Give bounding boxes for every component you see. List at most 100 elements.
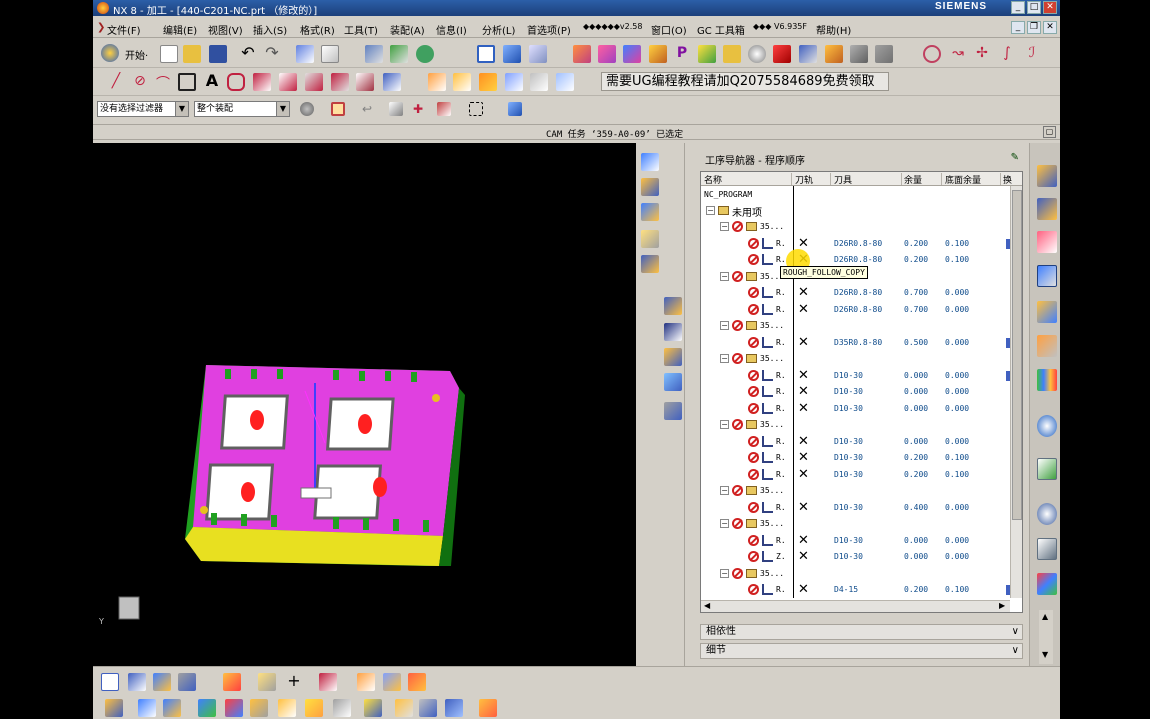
column-tool[interactable]: 刀具 (834, 173, 902, 186)
program-group-row[interactable]: − 35... (701, 351, 1011, 367)
reuse-library-icon[interactable] (1037, 335, 1057, 357)
tool-path-icon[interactable] (799, 45, 817, 63)
menu-analysis[interactable]: 分析(L) (482, 22, 515, 37)
explode-icon[interactable] (305, 699, 323, 717)
redo-icon[interactable]: ↷ (263, 45, 281, 63)
menu-assembly[interactable]: 装配(A) (390, 22, 425, 37)
move-icon[interactable] (390, 45, 408, 63)
collapse-icon[interactable]: − (720, 271, 729, 281)
save-icon[interactable] (209, 45, 227, 63)
project-curve-icon[interactable] (305, 73, 323, 91)
extract-curve-icon[interactable] (356, 73, 374, 91)
operation-row[interactable]: R. ✕ D35R0.8-80 0.500 0.000 (701, 335, 1011, 351)
menu-insert[interactable]: 插入(S) (253, 22, 287, 37)
scroll-left-icon[interactable]: ◀ (704, 601, 710, 610)
cylinder-icon[interactable] (383, 673, 401, 691)
history-icon[interactable] (1037, 458, 1057, 480)
select-face-icon[interactable] (389, 102, 403, 116)
horizontal-scrollbar[interactable]: ◀ ▶ (701, 600, 1010, 612)
tree-root-row[interactable]: NC_PROGRAM (701, 187, 1011, 203)
open-folder-icon[interactable] (183, 45, 201, 63)
close-button[interactable]: ✕ (1043, 1, 1057, 14)
chevron-down-icon[interactable]: ∨ (1012, 644, 1019, 658)
column-floor-stock[interactable]: 底面余量 (945, 173, 1001, 186)
program-view-icon[interactable] (641, 153, 659, 171)
web-browser-icon[interactable] (1037, 415, 1057, 437)
menu-edit[interactable]: 编辑(E) (163, 22, 197, 37)
generate-path-icon[interactable] (641, 255, 659, 273)
assembly-navigator-icon[interactable] (1037, 165, 1057, 187)
operation-row[interactable]: R. ✕ D10-30 0.000 0.000 (701, 384, 1011, 400)
curve-icon[interactable]: ↝ (949, 45, 967, 63)
wave-icon[interactable] (364, 699, 382, 717)
operation-row[interactable]: R. ✕ D10-30 0.400 0.000 (701, 500, 1011, 516)
unused-items-row[interactable]: − 未用项 (701, 203, 1011, 219)
menu-view[interactable]: 视图(V) (208, 22, 243, 37)
block-icon[interactable] (357, 673, 375, 691)
operation-row[interactable]: R. ✕ D10-30 0.000 0.000 (701, 533, 1011, 549)
gear-filter-icon[interactable] (300, 102, 314, 116)
select-feature-icon[interactable]: ✚ (413, 102, 427, 116)
clearance-icon[interactable] (395, 699, 413, 717)
list-icon[interactable] (178, 673, 196, 691)
divide-curve-icon[interactable] (383, 73, 401, 91)
bridge-curve-icon[interactable] (279, 73, 297, 91)
column-change[interactable]: 换 (1003, 173, 1012, 186)
list-path-icon[interactable] (664, 323, 682, 341)
route-icon[interactable] (445, 699, 463, 717)
doc-minimize-button[interactable]: _ (1011, 21, 1025, 34)
component-icon[interactable] (138, 699, 156, 717)
patch-icon[interactable] (556, 73, 574, 91)
start-button[interactable]: 开始· (125, 47, 148, 62)
operation-row[interactable]: R. ✕ D10-30 0.200 0.100 (701, 450, 1011, 466)
weld-icon[interactable] (419, 699, 437, 717)
machine-tool-view-icon[interactable] (641, 178, 659, 196)
operation-row[interactable]: R. ✕ D10-30 0.000 0.000 (701, 368, 1011, 384)
part-navigator-icon[interactable] (1037, 231, 1057, 253)
dependencies-section[interactable]: 相依性 ∨ (700, 624, 1023, 640)
menu-help[interactable]: 帮助(H) (816, 22, 851, 37)
machine-navigator-icon[interactable] (1037, 301, 1057, 323)
wireframe-view-icon[interactable] (529, 45, 547, 63)
menu-information[interactable]: 信息(I) (436, 22, 467, 37)
chevron-down-icon[interactable]: ▼ (276, 102, 289, 116)
operation-row[interactable]: R. ✕ D26R0.8-80 0.700 0.000 (701, 285, 1011, 301)
pin-icon[interactable]: ✎ (1011, 152, 1019, 163)
vertical-scrollbar[interactable] (1010, 186, 1022, 598)
program-group-row[interactable]: − 35... (701, 566, 1011, 582)
feature-icon[interactable] (453, 73, 471, 91)
mirror-icon[interactable] (250, 699, 268, 717)
constraint-navigator-icon[interactable] (1037, 198, 1057, 220)
method-view-icon[interactable] (641, 230, 659, 248)
doc-close-button[interactable]: ✕ (1043, 21, 1057, 34)
column-stock[interactable]: 余量 (904, 173, 942, 186)
program-group-row[interactable]: − 35... (701, 483, 1011, 499)
program-group-row[interactable]: − 35... (701, 219, 1011, 235)
feature-op-icon[interactable] (223, 673, 241, 691)
collapse-icon[interactable]: − (720, 321, 729, 330)
collapse-icon[interactable]: − (720, 222, 729, 231)
transform-icon[interactable] (365, 45, 383, 63)
line-icon[interactable]: ╱ (107, 73, 125, 91)
surface-icon[interactable] (428, 73, 446, 91)
palette-icon[interactable] (1037, 369, 1057, 391)
program-group-row[interactable]: − 35... (701, 417, 1011, 433)
type-filter-select[interactable]: 没有选择过滤器 ▼ (97, 101, 189, 117)
extend-icon[interactable] (530, 73, 548, 91)
operation-row[interactable]: R. ✕ D10-30 0.000 0.000 (701, 401, 1011, 417)
analyze-icon[interactable] (923, 45, 941, 63)
operation-icon[interactable] (128, 673, 146, 691)
shaded-view-icon[interactable] (503, 45, 521, 63)
create-program-icon[interactable] (573, 45, 591, 63)
collapse-icon[interactable]: − (720, 486, 729, 495)
geometry-view-icon[interactable] (641, 203, 659, 221)
menu-tools[interactable]: 工具(T) (344, 22, 378, 37)
refresh-icon[interactable] (416, 45, 434, 63)
scope-filter-select[interactable]: 整个装配 ▼ (194, 101, 290, 117)
circle-line-icon[interactable]: ⊘ (131, 73, 149, 91)
menu-preferences[interactable]: 首选项(P) (527, 22, 571, 37)
geometry-icon[interactable] (153, 673, 171, 691)
shop-doc-icon[interactable] (698, 45, 716, 63)
copy-icon[interactable] (321, 45, 339, 63)
clip-icon[interactable] (258, 673, 276, 691)
